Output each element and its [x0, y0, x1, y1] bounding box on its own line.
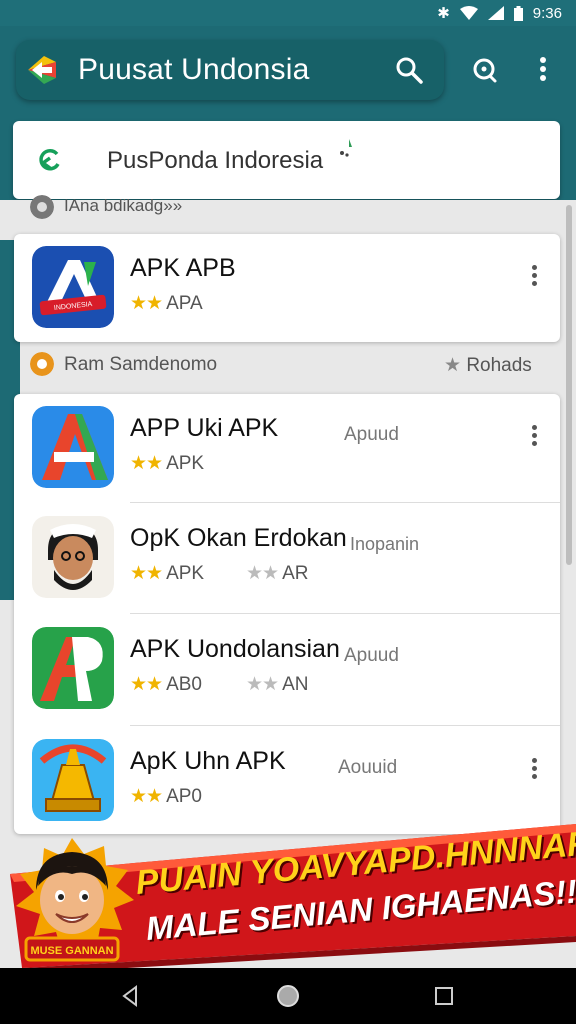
app-rating: ★★ APK: [130, 453, 205, 474]
app-tag: Inopanin: [350, 534, 420, 554]
app-icon: [32, 406, 114, 488]
lens-icon[interactable]: [470, 55, 500, 85]
more-vert-icon[interactable]: [528, 422, 540, 452]
star-icon: ★★: [130, 293, 163, 314]
more-vert-icon[interactable]: [528, 262, 540, 292]
category-icon: [30, 352, 54, 376]
app-rating: ★★ APA: [130, 293, 203, 314]
app-icon: [32, 516, 114, 598]
app-tag: Apuud: [344, 424, 399, 445]
badge-text: MUSE GANNAN: [30, 945, 113, 957]
category-icon: [30, 195, 54, 219]
app-name: APK APB: [130, 254, 236, 282]
more-vert-icon[interactable]: [528, 755, 540, 785]
app-name: ApK Uhn APK: [130, 747, 286, 775]
app-tag: Apuud: [344, 645, 399, 666]
star-icon: ★: [444, 355, 467, 376]
app-icon: [32, 627, 114, 709]
section-action[interactable]: ★ Rohads: [444, 354, 532, 377]
app-icon: INDONESIA: [32, 246, 114, 328]
promo-banner[interactable]: MUSE GANNAN PUAIN YOAVYAPD.HNNNAR MALE S…: [0, 818, 576, 973]
list-item[interactable]: APP Uki APK ★★ APK Apuud: [14, 394, 560, 504]
search-query[interactable]: PusPonda Indoresia: [107, 147, 323, 175]
wifi-icon: [459, 6, 478, 20]
navigation-bar: [0, 968, 576, 1024]
star-icon: ★★: [130, 453, 163, 474]
app-rating: ★★ AP0: [130, 786, 202, 807]
nav-back-icon[interactable]: [118, 984, 142, 1008]
app-secondary-rating: ★★ AN: [246, 674, 309, 695]
nav-home-icon[interactable]: [276, 984, 300, 1008]
app-tag: Aouuid: [338, 757, 398, 778]
app-name: APP Uki APK: [130, 414, 279, 442]
app-list-card: APP Uki APK ★★ APK Apuud OpK Okan Erdokan…: [14, 394, 560, 834]
app-title: Puusat Undonsia: [78, 53, 310, 86]
scrollbar[interactable]: [566, 205, 572, 565]
app-name: APK Uondolansian: [130, 635, 340, 663]
list-item[interactable]: INDONESIA APK APB ★★ APA: [14, 234, 560, 344]
app-rating: ★★ AB0: [130, 674, 202, 695]
app-rating: ★★ APK: [130, 563, 205, 584]
signal-icon: [487, 6, 504, 20]
star-icon: ★★: [130, 563, 163, 584]
nav-recents-icon[interactable]: [432, 984, 456, 1008]
app-logo-icon[interactable]: [24, 52, 60, 88]
app-icon: [32, 739, 114, 821]
list-item[interactable]: OpK Okan Erdokan Inopanin ★★ APK ★★ AR: [14, 504, 560, 614]
star-icon: ★★: [246, 674, 279, 695]
battery-icon: [513, 5, 523, 21]
star-icon: ★★: [130, 786, 163, 807]
divider: [130, 502, 560, 503]
status-bar: ✱ 9:36: [0, 0, 576, 26]
star-icon: ★★: [130, 674, 163, 695]
status-icons: ✱ 9:36: [437, 4, 562, 23]
section-label-2: Ram Samdenomo: [64, 354, 218, 375]
back-icon[interactable]: [35, 145, 65, 175]
app-card-1[interactable]: INDONESIA APK APB ★★ APA: [14, 234, 560, 342]
search-field[interactable]: PusPonda Indoresia: [13, 121, 560, 199]
search-icon[interactable]: [394, 55, 424, 85]
app-secondary-rating: ★★ AR: [246, 563, 309, 584]
app-bar: Puusat Undonsia: [16, 40, 444, 100]
mascot-avatar: MUSE GANNAN: [16, 838, 134, 962]
divider: [130, 725, 560, 726]
list-item[interactable]: APK Uondolansian Apuud ★★ AB0 ★★ AN: [14, 615, 560, 725]
app-name: OpK Okan Erdokan: [130, 524, 347, 552]
status-time: 9:36: [532, 4, 562, 22]
more-vert-icon[interactable]: [528, 54, 558, 84]
star-icon: ★★: [246, 563, 279, 584]
section-label-1: IAna bdikadg»»: [64, 196, 183, 215]
bluetooth-icon: ✱: [437, 5, 450, 22]
sparkle-icon: [340, 139, 352, 157]
divider: [130, 613, 560, 614]
